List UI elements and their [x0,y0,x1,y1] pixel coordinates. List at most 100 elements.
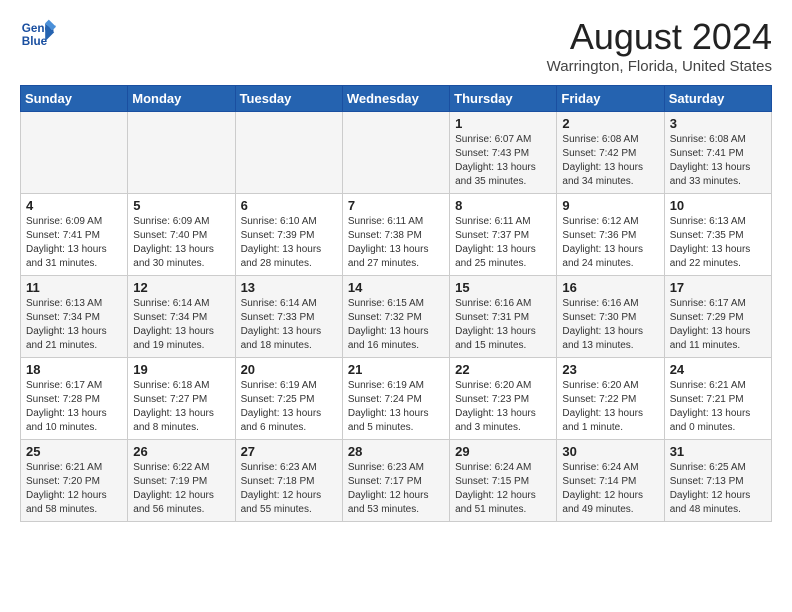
calendar-cell: 26 Sunrise: 6:22 AM Sunset: 7:19 PM Dayli… [128,440,235,522]
calendar-cell: 9Sunrise: 6:12 AM Sunset: 7:36 PM Daylig… [557,194,664,276]
calendar-cell: 23Sunrise: 6:20 AM Sunset: 7:22 PM Dayli… [557,358,664,440]
day-info: Sunrise: 6:10 AM Sunset: 7:39 PM Dayligh… [241,215,337,271]
day-info: Sunrise: 6:08 AM Sunset: 7:41 PM Dayligh… [670,133,766,189]
day-info: Sunrise: 6:11 AM Sunset: 7:37 PM Dayligh… [455,215,551,271]
day-number: 5 [133,198,229,213]
calendar-cell: 2 Sunrise: 6:08 AM Sunset: 7:42 PM Daylig… [557,112,664,194]
day-info: Sunrise: 6:23 AM Sunset: 7:17 PM Dayligh… [348,461,444,517]
calendar-cell [21,112,128,194]
day-number: 7 [348,198,444,213]
week-row-4: 18Sunrise: 6:17 AM Sunset: 7:28 PM Dayli… [21,358,772,440]
day-number: 2 [562,116,658,131]
week-row-1: 1Sunrise: 6:07 AM Sunset: 7:43 PM Daylig… [21,112,772,194]
calendar-cell: 18Sunrise: 6:17 AM Sunset: 7:28 PM Dayli… [21,358,128,440]
day-number: 13 [241,280,337,295]
weekday-header-thursday: Thursday [450,86,557,112]
day-number: 3 [670,116,766,131]
week-row-3: 11 Sunrise: 6:13 AM Sunset: 7:34 PM Dayli… [21,276,772,358]
day-info: Sunrise: 6:13 AM Sunset: 7:34 PM Dayligh… [26,297,122,353]
weekday-header-row: SundayMondayTuesdayWednesdayThursdayFrid… [21,86,772,112]
calendar-cell: 31 Sunrise: 6:25 AM Sunset: 7:13 PM Dayli… [664,440,771,522]
title-block: August 2024 Warrington, Florida, United … [547,16,772,75]
day-info: Sunrise: 6:14 AM Sunset: 7:34 PM Dayligh… [133,297,229,353]
logo: General Blue [20,16,56,52]
calendar-cell: 16Sunrise: 6:16 AM Sunset: 7:30 PM Dayli… [557,276,664,358]
weekday-header-saturday: Saturday [664,86,771,112]
page-subtitle: Warrington, Florida, United States [547,58,772,75]
day-number: 12 [133,280,229,295]
week-row-2: 4 Sunrise: 6:09 AM Sunset: 7:41 PM Daylig… [21,194,772,276]
day-info: Sunrise: 6:25 AM Sunset: 7:13 PM Dayligh… [670,461,766,517]
day-info: Sunrise: 6:24 AM Sunset: 7:15 PM Dayligh… [455,461,551,517]
day-info: Sunrise: 6:24 AM Sunset: 7:14 PM Dayligh… [562,461,658,517]
logo-icon: General Blue [20,16,56,52]
calendar-cell: 5Sunrise: 6:09 AM Sunset: 7:40 PM Daylig… [128,194,235,276]
day-number: 28 [348,444,444,459]
calendar-cell: 8 Sunrise: 6:11 AM Sunset: 7:37 PM Daylig… [450,194,557,276]
day-number: 9 [562,198,658,213]
day-number: 4 [26,198,122,213]
calendar-cell: 1Sunrise: 6:07 AM Sunset: 7:43 PM Daylig… [450,112,557,194]
day-number: 17 [670,280,766,295]
day-number: 25 [26,444,122,459]
day-info: Sunrise: 6:21 AM Sunset: 7:21 PM Dayligh… [670,379,766,435]
day-info: Sunrise: 6:16 AM Sunset: 7:31 PM Dayligh… [455,297,551,353]
day-info: Sunrise: 6:19 AM Sunset: 7:25 PM Dayligh… [241,379,337,435]
day-number: 27 [241,444,337,459]
calendar-cell: 6 Sunrise: 6:10 AM Sunset: 7:39 PM Daylig… [235,194,342,276]
day-number: 16 [562,280,658,295]
day-info: Sunrise: 6:17 AM Sunset: 7:29 PM Dayligh… [670,297,766,353]
day-number: 24 [670,362,766,377]
day-number: 29 [455,444,551,459]
calendar-cell: 17 Sunrise: 6:17 AM Sunset: 7:29 PM Dayli… [664,276,771,358]
calendar-cell: 19Sunrise: 6:18 AM Sunset: 7:27 PM Dayli… [128,358,235,440]
weekday-header-monday: Monday [128,86,235,112]
weekday-header-wednesday: Wednesday [342,86,449,112]
page-title: August 2024 [547,16,772,58]
day-number: 15 [455,280,551,295]
day-number: 31 [670,444,766,459]
calendar-cell: 13 Sunrise: 6:14 AM Sunset: 7:33 PM Dayli… [235,276,342,358]
day-info: Sunrise: 6:11 AM Sunset: 7:38 PM Dayligh… [348,215,444,271]
calendar-cell: 12 Sunrise: 6:14 AM Sunset: 7:34 PM Dayli… [128,276,235,358]
calendar-cell: 27 Sunrise: 6:23 AM Sunset: 7:18 PM Dayli… [235,440,342,522]
calendar-cell: 20 Sunrise: 6:19 AM Sunset: 7:25 PM Dayli… [235,358,342,440]
day-info: Sunrise: 6:19 AM Sunset: 7:24 PM Dayligh… [348,379,444,435]
calendar-table: SundayMondayTuesdayWednesdayThursdayFrid… [20,85,772,522]
calendar-cell [128,112,235,194]
weekday-header-sunday: Sunday [21,86,128,112]
calendar-cell: 7 Sunrise: 6:11 AM Sunset: 7:38 PM Daylig… [342,194,449,276]
calendar-cell: 10Sunrise: 6:13 AM Sunset: 7:35 PM Dayli… [664,194,771,276]
calendar-cell: 21Sunrise: 6:19 AM Sunset: 7:24 PM Dayli… [342,358,449,440]
day-info: Sunrise: 6:17 AM Sunset: 7:28 PM Dayligh… [26,379,122,435]
calendar-cell: 11 Sunrise: 6:13 AM Sunset: 7:34 PM Dayli… [21,276,128,358]
day-info: Sunrise: 6:09 AM Sunset: 7:41 PM Dayligh… [26,215,122,271]
calendar-cell: 22Sunrise: 6:20 AM Sunset: 7:23 PM Dayli… [450,358,557,440]
calendar-cell: 4 Sunrise: 6:09 AM Sunset: 7:41 PM Daylig… [21,194,128,276]
day-number: 23 [562,362,658,377]
week-row-5: 25 Sunrise: 6:21 AM Sunset: 7:20 PM Dayli… [21,440,772,522]
calendar-cell [235,112,342,194]
day-number: 19 [133,362,229,377]
day-info: Sunrise: 6:21 AM Sunset: 7:20 PM Dayligh… [26,461,122,517]
page-header: General Blue August 2024 Warrington, Flo… [20,16,772,75]
day-number: 20 [241,362,337,377]
svg-text:Blue: Blue [22,35,48,48]
calendar-cell: 15 Sunrise: 6:16 AM Sunset: 7:31 PM Dayli… [450,276,557,358]
day-info: Sunrise: 6:08 AM Sunset: 7:42 PM Dayligh… [562,133,658,189]
day-info: Sunrise: 6:15 AM Sunset: 7:32 PM Dayligh… [348,297,444,353]
day-number: 8 [455,198,551,213]
day-number: 10 [670,198,766,213]
day-number: 14 [348,280,444,295]
day-number: 30 [562,444,658,459]
day-number: 22 [455,362,551,377]
day-number: 11 [26,280,122,295]
day-number: 26 [133,444,229,459]
day-info: Sunrise: 6:14 AM Sunset: 7:33 PM Dayligh… [241,297,337,353]
weekday-header-friday: Friday [557,86,664,112]
day-info: Sunrise: 6:22 AM Sunset: 7:19 PM Dayligh… [133,461,229,517]
day-number: 6 [241,198,337,213]
day-info: Sunrise: 6:23 AM Sunset: 7:18 PM Dayligh… [241,461,337,517]
calendar-cell: 28 Sunrise: 6:23 AM Sunset: 7:17 PM Dayli… [342,440,449,522]
calendar-cell: 24 Sunrise: 6:21 AM Sunset: 7:21 PM Dayli… [664,358,771,440]
